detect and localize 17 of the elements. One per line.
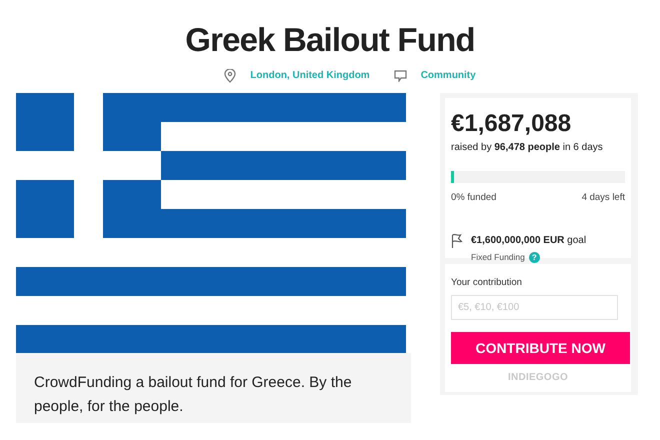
funding-type: Fixed Funding [471, 251, 525, 264]
page-title: Greek Bailout Fund [184, 20, 476, 60]
meta-link[interactable]: Community [420, 68, 476, 83]
speech-bubble-icon [394, 70, 407, 82]
flag-icon [451, 233, 465, 250]
contribution-field[interactable]: €5, €10, €100 [451, 295, 618, 320]
goal-text: €1,600,000,000 EUR goal [471, 234, 586, 248]
amount-raised: €1,687,088 [451, 110, 572, 138]
contribution-label: Your contribution [451, 276, 523, 290]
meta-link[interactable]: London, United Kingdom [250, 68, 370, 83]
days-left: 4 days left [582, 191, 625, 205]
backers-text: raised by 96,478 people in 6 days [451, 141, 604, 155]
location-pin-icon [224, 68, 236, 82]
help-button[interactable]: ? [528, 252, 540, 264]
funded-percent: 0% funded [451, 191, 496, 205]
contribute-button[interactable]: CONTRIBUTE NOW [451, 332, 630, 364]
campaign-description: CrowdFunding a bailout fund for Greece. By the people, for the people. [16, 353, 411, 423]
